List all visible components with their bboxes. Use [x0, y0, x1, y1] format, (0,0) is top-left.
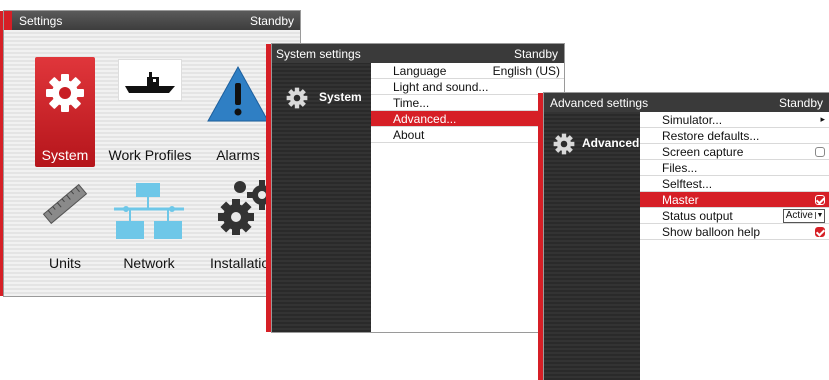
tile-label: Alarms — [216, 147, 260, 163]
balloon-help-checkbox[interactable] — [815, 226, 825, 237]
chevron-down-icon: ▼ — [815, 212, 824, 219]
status-text: Standby — [513, 46, 558, 61]
menu-item-simulator[interactable]: Simulator... ▸ — [640, 112, 829, 128]
window-title: Settings — [19, 13, 63, 28]
menu-item-label: Language — [393, 63, 447, 78]
gear-icon — [286, 87, 308, 109]
system-settings-window: System settings Standby System Language … — [272, 44, 564, 332]
system-menu: Language English (US) Light and sound...… — [371, 63, 564, 332]
menu-item-screen-capture[interactable]: Screen capture — [640, 144, 829, 160]
menu-item-label: Light and sound... — [393, 79, 489, 94]
section-panel: Advanced — [544, 112, 640, 380]
menu-item-restore-defaults[interactable]: Restore defaults... — [640, 128, 829, 144]
menu-item-light-and-sound[interactable]: Light and sound... — [371, 79, 564, 95]
gear-icon — [553, 133, 575, 155]
tile-work-profiles[interactable]: Work Profiles — [102, 57, 198, 167]
titlebar-accent — [4, 11, 12, 30]
menu-item-label: Simulator... — [662, 112, 723, 127]
tile-label: Work Profiles — [108, 147, 192, 163]
gear-icon — [46, 74, 84, 112]
tile-network[interactable]: Network — [106, 177, 192, 275]
status-output-dropdown[interactable]: Active ▼ — [782, 208, 825, 223]
menu-item-advanced[interactable]: Advanced... — [371, 111, 564, 127]
tile-units[interactable]: Units — [26, 177, 104, 275]
settings-window: Settings Standby System Work Profiles Al… — [4, 11, 300, 296]
menu-item-label: Master — [662, 192, 699, 207]
advanced-menu: Simulator... ▸ Restore defaults... Scree… — [640, 112, 829, 380]
tile-alarms[interactable]: Alarms — [200, 57, 276, 167]
network-icon — [114, 183, 184, 239]
section-title: Advanced — [582, 136, 640, 150]
menu-item-files[interactable]: Files... — [640, 160, 829, 176]
tile-label: System — [41, 147, 89, 163]
menu-item-selftest[interactable]: Selftest... — [640, 176, 829, 192]
warning-icon — [207, 65, 269, 122]
menu-item-label: Advanced... — [393, 111, 457, 126]
dropdown-value: Active — [785, 210, 813, 221]
boat-icon — [118, 59, 182, 101]
menu-item-label: Show balloon help — [662, 224, 761, 239]
menu-item-language[interactable]: Language English (US) — [371, 63, 564, 79]
menu-item-label: Time... — [393, 95, 430, 110]
menu-item-label: Selftest... — [662, 176, 713, 191]
tile-system[interactable]: System — [35, 57, 95, 167]
status-text: Standby — [778, 95, 823, 110]
menu-item-label: Restore defaults... — [662, 128, 760, 143]
window-title: System settings — [276, 46, 361, 61]
ruler-icon — [42, 183, 88, 225]
window-title: Advanced settings — [550, 95, 649, 110]
menu-item-show-balloon-help[interactable]: Show balloon help — [640, 224, 829, 240]
menu-item-time[interactable]: Time... — [371, 95, 564, 111]
master-checkbox[interactable] — [815, 194, 825, 205]
submenu-arrow-icon: ▸ — [820, 114, 825, 124]
advanced-settings-window: Advanced settings Standby Advanced Simul… — [544, 93, 829, 380]
advanced-settings-titlebar: Advanced settings Standby — [544, 93, 829, 112]
section-panel: System — [272, 63, 371, 332]
menu-item-label: Files... — [662, 160, 698, 175]
system-settings-titlebar: System settings Standby — [272, 44, 564, 63]
menu-item-label: Screen capture — [662, 144, 744, 159]
section-title: System — [319, 90, 362, 104]
menu-item-status-output[interactable]: Status output Active ▼ — [640, 208, 829, 224]
tile-label: Network — [123, 255, 175, 271]
menu-item-label: Status output — [662, 208, 733, 223]
menu-item-master[interactable]: Master — [640, 192, 829, 208]
menu-item-about[interactable]: About — [371, 127, 564, 143]
settings-titlebar: Settings Standby — [4, 11, 300, 30]
menu-item-value: English (US) — [492, 63, 560, 78]
screen-capture-checkbox[interactable] — [815, 146, 825, 157]
menu-item-label: About — [393, 127, 425, 142]
tile-label: Units — [49, 255, 81, 271]
status-text: Standby — [249, 13, 294, 28]
